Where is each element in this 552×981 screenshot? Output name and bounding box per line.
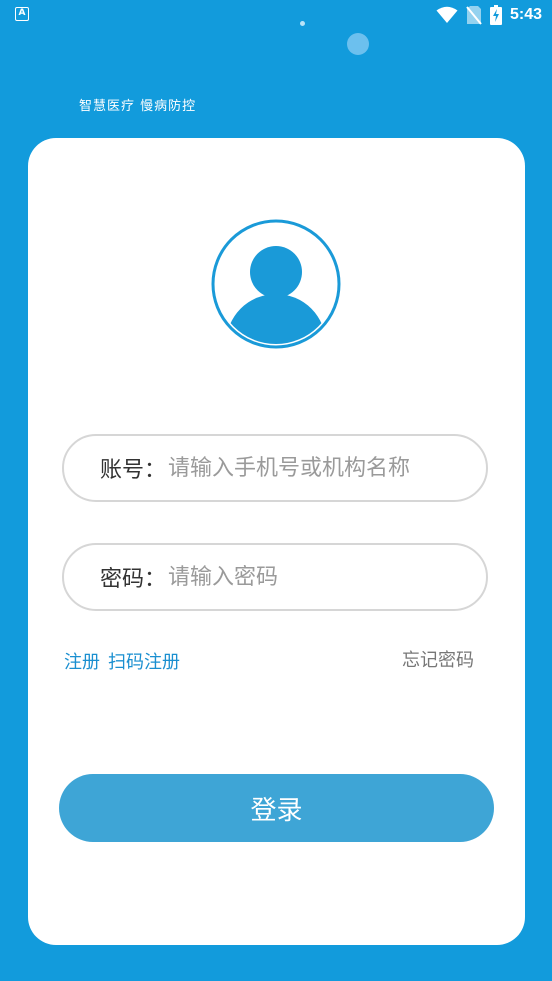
app-slogan: 智慧医疗 慢病防控 xyxy=(79,99,197,114)
wifi-icon xyxy=(436,6,458,23)
password-field[interactable]: 密码： xyxy=(62,543,488,611)
status-icons: 5:43 xyxy=(436,4,542,26)
user-avatar-icon xyxy=(211,219,341,349)
no-sim-icon xyxy=(466,6,482,25)
account-label: 账号： xyxy=(100,458,167,483)
login-card: 账号： 密码： 注册 扫码注册 忘记密码 登录 xyxy=(28,138,525,945)
status-bar: A 5:43 xyxy=(0,0,552,30)
account-input[interactable] xyxy=(168,455,459,481)
password-input[interactable] xyxy=(168,564,459,590)
password-label: 密码： xyxy=(100,567,167,592)
account-field[interactable]: 账号： xyxy=(62,434,488,502)
register-links: 注册 扫码注册 xyxy=(64,648,180,674)
battery-charging-icon xyxy=(489,5,502,25)
login-button[interactable]: 登录 xyxy=(59,774,494,842)
forgot-password-link[interactable]: 忘记密码 xyxy=(402,646,474,672)
app-notification-icon: A xyxy=(15,7,29,21)
decorative-bubble xyxy=(347,33,369,55)
scan-register-link[interactable]: 扫码注册 xyxy=(108,648,180,674)
decorative-dot xyxy=(300,21,305,26)
register-link[interactable]: 注册 xyxy=(64,648,100,674)
clock: 5:43 xyxy=(509,6,542,23)
